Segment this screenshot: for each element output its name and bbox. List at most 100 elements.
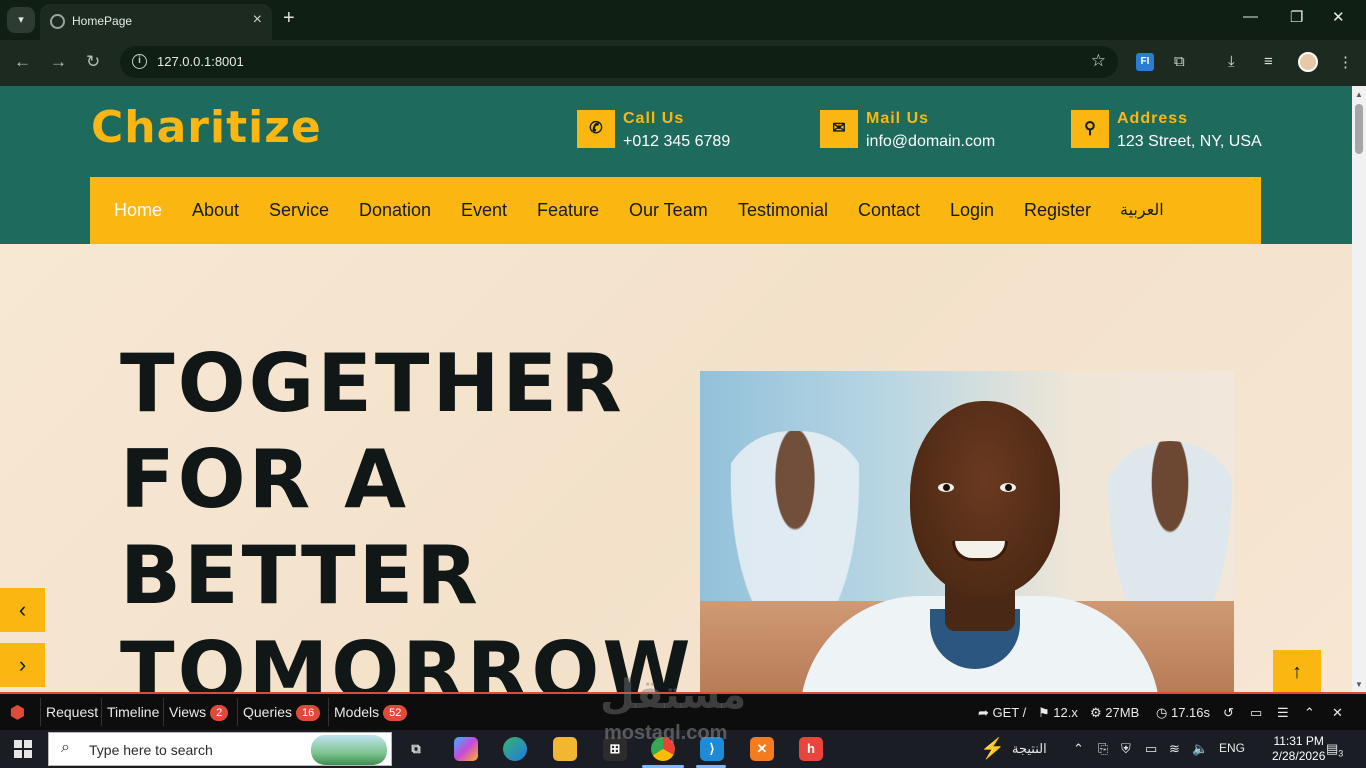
debugbar-views-label: Views bbox=[169, 704, 207, 720]
notification-count: 3 bbox=[1338, 748, 1344, 759]
browser-tab[interactable]: HomePage × bbox=[40, 4, 272, 40]
file-explorer-icon[interactable] bbox=[553, 737, 577, 761]
envelope-icon: ✉ bbox=[820, 110, 858, 148]
queries-count-badge: 16 bbox=[296, 705, 321, 721]
models-count-badge: 52 bbox=[383, 705, 408, 721]
browser-tab-strip: ▾ HomePage × + — ❐ ✕ bbox=[0, 0, 1366, 40]
back-icon[interactable]: ← bbox=[14, 52, 31, 72]
debugbar-close-icon[interactable]: ✕ bbox=[1332, 705, 1343, 721]
nav-our-team[interactable]: Our Team bbox=[629, 200, 708, 221]
debugbar-memory: ⚙ 27MB bbox=[1090, 705, 1140, 720]
debugbar-time: ◷ 17.16s bbox=[1156, 705, 1211, 720]
nav-about[interactable]: About bbox=[192, 200, 239, 221]
page-scrollbar[interactable]: ▲ ▼ bbox=[1352, 86, 1366, 694]
tray-app-icon[interactable]: ⚡ bbox=[980, 736, 1005, 761]
contact-call-value: +012 345 6789 bbox=[623, 133, 731, 150]
copilot-icon[interactable] bbox=[454, 737, 478, 761]
extension-fi-button[interactable]: FI bbox=[1136, 53, 1154, 71]
site-logo[interactable]: Charitize bbox=[91, 102, 322, 153]
taskbar-search-placeholder: Type here to search bbox=[89, 742, 213, 758]
restore-button[interactable]: ❐ bbox=[1290, 8, 1303, 26]
nav-service[interactable]: Service bbox=[269, 200, 329, 221]
contact-call-label: Call Us bbox=[623, 110, 685, 127]
tray-mic-icon[interactable]: ⎘ bbox=[1098, 741, 1108, 757]
carousel-prev-button[interactable]: ‹ bbox=[0, 588, 45, 632]
debugbar-views-tab[interactable]: Views 2 bbox=[169, 704, 229, 721]
taskbar-clock[interactable]: 11:31 PM 2/28/2026 bbox=[1272, 734, 1325, 764]
edge-icon[interactable] bbox=[503, 737, 527, 761]
tray-security-icon[interactable]: ⛨ bbox=[1121, 741, 1131, 757]
debugbar-queries-tab[interactable]: Queries 16 bbox=[243, 704, 321, 721]
nav-register[interactable]: Register bbox=[1024, 200, 1091, 221]
nav-event[interactable]: Event bbox=[461, 200, 507, 221]
scroll-up-icon[interactable]: ▲ bbox=[1355, 90, 1363, 99]
views-count-badge: 2 bbox=[210, 705, 229, 721]
scroll-thumb[interactable] bbox=[1355, 104, 1363, 154]
new-tab-button[interactable]: + bbox=[283, 7, 295, 30]
watermark-logo: مستقل bbox=[600, 672, 747, 718]
reload-icon[interactable]: ↻ bbox=[86, 52, 100, 72]
extensions-icon[interactable]: ⧉ bbox=[1174, 53, 1185, 70]
chevron-up-icon[interactable]: ⌃ bbox=[1304, 705, 1315, 721]
globe-icon bbox=[50, 14, 65, 29]
contact-mail-label: Mail Us bbox=[866, 110, 930, 127]
window-close-button[interactable]: ✕ bbox=[1332, 8, 1345, 26]
xampp-icon[interactable]: ✕ bbox=[750, 737, 774, 761]
contact-address-value: 123 Street, NY, USA bbox=[1117, 133, 1262, 150]
heidisql-icon[interactable]: h bbox=[799, 737, 823, 761]
tab-search-menu-button[interactable]: ▾ bbox=[7, 7, 35, 33]
debugbar-models-tab[interactable]: Models 52 bbox=[334, 704, 408, 721]
nav-home[interactable]: Home bbox=[114, 200, 162, 221]
carousel-next-button[interactable]: › bbox=[0, 643, 45, 687]
chevron-right-icon: › bbox=[18, 652, 27, 677]
notifications-icon[interactable]: ▤3 bbox=[1326, 741, 1343, 759]
profile-avatar[interactable] bbox=[1298, 52, 1318, 72]
task-view-icon[interactable]: ⧉ bbox=[404, 737, 428, 761]
scroll-down-icon[interactable]: ▼ bbox=[1355, 680, 1363, 689]
windows-start-button[interactable] bbox=[14, 740, 32, 758]
debugbar-route[interactable]: ➦ GET / bbox=[978, 705, 1026, 721]
language-indicator[interactable]: ENG bbox=[1219, 741, 1245, 755]
watermark-url: mostaql.com bbox=[604, 722, 728, 744]
browser-menu-icon[interactable]: ⋮ bbox=[1338, 53, 1353, 71]
site-info-icon[interactable]: i bbox=[132, 54, 147, 69]
minimize-button[interactable]: — bbox=[1243, 8, 1258, 25]
nav-contact[interactable]: Contact bbox=[858, 200, 920, 221]
back-to-top-button[interactable]: ↑ bbox=[1273, 650, 1321, 694]
nav-donation[interactable]: Donation bbox=[359, 200, 431, 221]
volume-icon[interactable]: 🔈 bbox=[1192, 741, 1208, 757]
nav-testimonial[interactable]: Testimonial bbox=[738, 200, 828, 221]
taskbar-search-box[interactable]: ⌕ Type here to search bbox=[48, 732, 392, 766]
history-icon[interactable]: ↺ bbox=[1223, 705, 1234, 721]
url-text[interactable]: 127.0.0.1:8001 bbox=[157, 54, 244, 69]
bookmark-star-icon[interactable]: ☆ bbox=[1091, 51, 1106, 71]
tray-chevron-up-icon[interactable]: ⌃ bbox=[1073, 741, 1084, 757]
laravel-icon: ⚑ bbox=[1038, 705, 1054, 720]
download-icon[interactable]: ⤓ bbox=[1228, 53, 1235, 70]
hero-line-2: FOR A bbox=[120, 433, 410, 526]
nav-feature[interactable]: Feature bbox=[537, 200, 599, 221]
nav-login[interactable]: Login bbox=[950, 200, 994, 221]
address-bar[interactable]: i 127.0.0.1:8001 ☆ bbox=[120, 46, 1118, 78]
media-controls-icon[interactable]: ≡ bbox=[1264, 53, 1273, 70]
laravel-logo-icon[interactable]: ⬢ bbox=[10, 703, 30, 723]
tab-title: HomePage bbox=[72, 14, 133, 28]
hero-title: TOGETHER FOR A BETTER TOMORROW bbox=[120, 336, 694, 694]
hero-image bbox=[700, 371, 1234, 694]
wifi-icon[interactable]: ≋ bbox=[1169, 741, 1180, 757]
browser-toolbar: ← → ↻ i 127.0.0.1:8001 ☆ ⧉ ⤓ ≡ ⋮ bbox=[0, 40, 1366, 86]
debugbar-timeline-tab[interactable]: Timeline bbox=[107, 704, 159, 720]
nav-arabic-language[interactable]: العربية bbox=[1120, 200, 1164, 220]
hero-line-3: BETTER bbox=[120, 529, 481, 622]
debugbar-request-tab[interactable]: Request bbox=[46, 704, 98, 720]
settings-sliders-icon[interactable]: ☰ bbox=[1277, 705, 1289, 721]
contact-mail-value: info@domain.com bbox=[866, 133, 996, 150]
forward-icon[interactable]: → bbox=[50, 52, 67, 72]
clock-time: 11:31 PM bbox=[1273, 734, 1324, 748]
chevron-left-icon: ‹ bbox=[18, 597, 27, 622]
battery-icon[interactable]: ▭ bbox=[1145, 741, 1157, 757]
tab-close-icon[interactable]: × bbox=[253, 11, 262, 29]
hero-line-1: TOGETHER bbox=[120, 337, 625, 430]
folder-icon[interactable]: ▭ bbox=[1250, 705, 1262, 721]
page-viewport: Charitize ✆ Call Us +012 345 6789 ✉ Mail… bbox=[0, 86, 1352, 694]
